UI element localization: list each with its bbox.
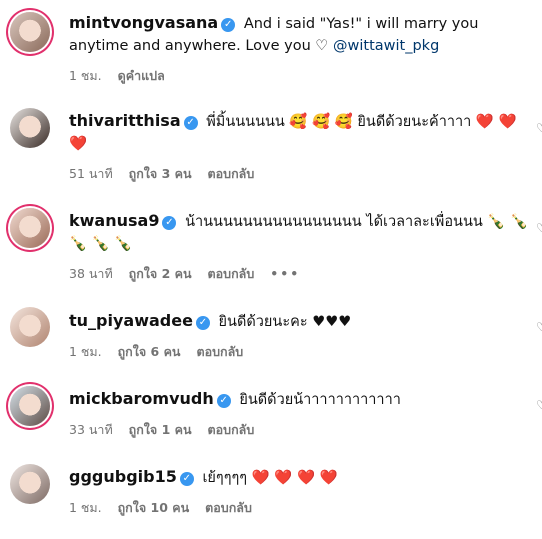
avatar[interactable]: [10, 108, 50, 148]
see-translation-button[interactable]: ดูคำแปล: [118, 68, 165, 83]
comment-meta: 1 ชม. ถูกใจ 10 คน ตอบกลับ: [69, 498, 264, 518]
reply-button[interactable]: ตอบกลับ: [208, 266, 255, 281]
likes-count[interactable]: ถูกใจ 3 คน: [129, 166, 192, 181]
username[interactable]: mickbaromvudh: [69, 389, 214, 408]
avatar[interactable]: [10, 208, 50, 248]
mention-link[interactable]: @wittawit_pkg: [333, 38, 439, 54]
timestamp[interactable]: 1 ชม.: [69, 68, 102, 83]
timestamp[interactable]: 51 นาที: [69, 166, 113, 181]
comment-body: mickbaromvudh ✓ ยินดีด้วยน้าาาาาาาาาาาา: [69, 388, 532, 411]
reply-button[interactable]: ตอบกลับ: [208, 166, 255, 181]
comment-body: tu_piyawadee ✓ ยินดีด้วยนะคะ ♥♥♥: [69, 310, 532, 333]
avatar-face: [18, 392, 42, 420]
likes-count[interactable]: ถูกใจ 6 คน: [118, 344, 181, 359]
comment-meta: 1 ชม. ถูกใจ 6 คน ตอบกลับ: [69, 342, 255, 362]
avatar[interactable]: [10, 386, 50, 426]
avatar-face: [18, 470, 42, 498]
reply-button[interactable]: ตอบกลับ: [205, 500, 252, 515]
avatar[interactable]: [10, 307, 50, 347]
reply-button[interactable]: ตอบกลับ: [196, 344, 243, 359]
more-options-icon[interactable]: •••: [270, 266, 300, 281]
avatar-face: [18, 18, 42, 46]
comment-meta: 1 ชม. ดูคำแปล: [69, 66, 177, 86]
username[interactable]: tu_piyawadee: [69, 311, 193, 330]
username[interactable]: mintvongvasana: [69, 13, 218, 32]
avatar-face: [18, 214, 42, 242]
avatar-face: [18, 313, 42, 341]
timestamp[interactable]: 33 นาที: [69, 422, 113, 437]
username[interactable]: thivaritthisa: [69, 111, 181, 130]
comment-body: kwanusa9 ✓ น้านนนนนนนนนนนนนนนน ได้เวลาละเ…: [69, 210, 532, 255]
comment-text: ยินดีด้วยน้าาาาาาาาาาาา: [239, 392, 401, 408]
heart-outline-icon: ♡: [315, 38, 329, 54]
like-heart-icon[interactable]: ♡: [536, 121, 542, 135]
likes-count[interactable]: ถูกใจ 10 คน: [118, 500, 190, 515]
verified-badge-icon: ✓: [195, 316, 210, 330]
comment-text: ยินดีด้วยนะคะ ♥♥♥: [218, 314, 352, 330]
like-heart-icon[interactable]: ♡: [536, 398, 542, 412]
timestamp[interactable]: 1 ชม.: [69, 344, 102, 359]
timestamp[interactable]: 38 นาที: [69, 266, 113, 281]
username[interactable]: kwanusa9: [69, 211, 159, 230]
comment-body: gggubgib15 ✓ เย้ๆๆๆๆ ❤️ ❤️ ❤️ ❤️: [69, 466, 532, 489]
comment-meta: 51 นาที ถูกใจ 3 คน ตอบกลับ: [69, 164, 266, 184]
avatar[interactable]: [10, 464, 50, 504]
comment-body: mintvongvasana ✓ And i said "Yas!" i will…: [69, 12, 532, 57]
avatar[interactable]: [10, 12, 50, 52]
verified-badge-icon: ✓: [221, 18, 236, 32]
likes-count[interactable]: ถูกใจ 2 คน: [129, 266, 192, 281]
reply-button[interactable]: ตอบกลับ: [208, 422, 255, 437]
comment-meta: 33 นาที ถูกใจ 1 คน ตอบกลับ: [69, 420, 266, 440]
avatar-face: [18, 114, 42, 142]
likes-count[interactable]: ถูกใจ 1 คน: [129, 422, 192, 437]
like-heart-icon[interactable]: ♡: [536, 320, 542, 334]
verified-badge-icon: ✓: [183, 116, 198, 130]
verified-badge-icon: ✓: [162, 216, 177, 230]
timestamp[interactable]: 1 ชม.: [69, 500, 102, 515]
username[interactable]: gggubgib15: [69, 467, 177, 486]
comment-text: เย้ๆๆๆๆ ❤️ ❤️ ❤️ ❤️: [202, 470, 338, 486]
verified-badge-icon: ✓: [179, 472, 194, 486]
comment-meta: 38 นาที ถูกใจ 2 คน ตอบกลับ •••: [69, 264, 312, 284]
comment-body: thivaritthisa ✓ พี่มิ้นนนนนน 🥰 🥰 🥰 ยินดีด…: [69, 110, 532, 155]
like-heart-icon[interactable]: ♡: [536, 221, 542, 235]
verified-badge-icon: ✓: [216, 394, 231, 408]
